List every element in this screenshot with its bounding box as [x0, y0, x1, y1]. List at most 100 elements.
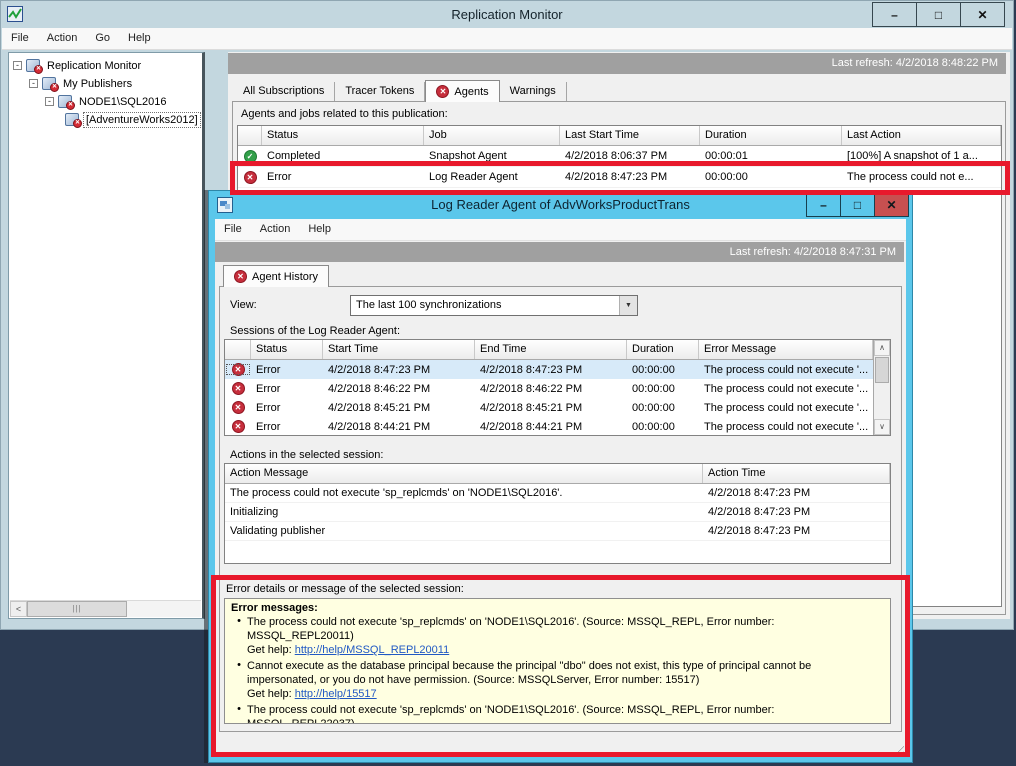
main-window-title: Replication Monitor	[1, 7, 1013, 22]
agents-jobs-label: Agents and jobs related to this publicat…	[241, 108, 448, 120]
header-duration[interactable]: Duration	[627, 340, 699, 359]
tab-tracer-tokens[interactable]: Tracer Tokens	[335, 82, 425, 101]
dialog-menu-help[interactable]: Help	[299, 219, 340, 240]
cell-error-message: The process could not execute '...	[699, 421, 873, 433]
error-message-text: Cannot execute as the database principal…	[247, 659, 882, 687]
dialog-close-button[interactable]: ✕	[874, 193, 909, 217]
header-status[interactable]: Status	[262, 126, 424, 145]
dialog-maximize-button[interactable]: □	[840, 193, 875, 217]
header-action-time[interactable]: Action Time	[703, 464, 890, 483]
cell-start-time: 4/2/2018 8:46:22 PM	[323, 383, 475, 395]
help-link[interactable]: http://help/15517	[295, 688, 377, 700]
tab-all-subscriptions[interactable]: All Subscriptions	[233, 82, 335, 101]
dialog-last-refresh-bar: Last refresh: 4/2/2018 8:47:31 PM	[215, 242, 904, 262]
action-row[interactable]: Validating publisher 4/2/2018 8:47:23 PM	[225, 522, 890, 541]
close-button[interactable]: ✕	[960, 2, 1005, 27]
header-end-time[interactable]: End Time	[475, 340, 627, 359]
menu-go[interactable]: Go	[86, 28, 119, 49]
minimize-icon: –	[820, 198, 827, 212]
error-message-item: • Cannot execute as the database princip…	[231, 659, 882, 701]
header-last-action[interactable]: Last Action	[842, 126, 1001, 145]
main-titlebar[interactable]: Replication Monitor – □ ✕	[1, 1, 1013, 28]
sessions-grid-header: Status Start Time End Time Duration Erro…	[225, 340, 873, 360]
tree-label[interactable]: Replication Monitor	[45, 59, 143, 73]
cell-end-time: 4/2/2018 8:45:21 PM	[475, 402, 627, 414]
tree-item-my-publishers[interactable]: - ✕ My Publishers	[9, 75, 202, 92]
error-message-text: The process could not execute 'sp_replcm…	[247, 703, 882, 724]
tree-horizontal-scrollbar[interactable]: < |||	[10, 600, 201, 617]
sessions-label: Sessions of the Log Reader Agent:	[230, 325, 400, 337]
sessions-vertical-scrollbar[interactable]: ∧ ∨	[873, 340, 890, 435]
session-row[interactable]: ✕ Error 4/2/2018 8:45:21 PM 4/2/2018 8:4…	[225, 398, 873, 417]
header-start-time[interactable]: Start Time	[323, 340, 475, 359]
error-badge-icon: ✕	[50, 83, 59, 92]
header-status[interactable]: Status	[251, 340, 323, 359]
tree-label[interactable]: [AdventureWorks2012]	[84, 113, 200, 127]
cell-duration: 00:00:00	[627, 364, 699, 376]
cell-error-message: The process could not execute '...	[699, 402, 873, 414]
actions-label: Actions in the selected session:	[230, 449, 383, 461]
scroll-left-arrow[interactable]: <	[10, 601, 27, 617]
minimize-icon: –	[891, 8, 898, 22]
expander-icon[interactable]: -	[13, 61, 22, 70]
scroll-down-arrow[interactable]: ∨	[874, 419, 890, 435]
menu-action[interactable]: Action	[38, 28, 87, 49]
cell-duration: 00:00:00	[627, 402, 699, 414]
view-dropdown[interactable]: The last 100 synchronizations ▼	[350, 295, 638, 316]
header-error-message[interactable]: Error Message	[699, 340, 873, 359]
menu-file[interactable]: File	[2, 28, 38, 49]
tab-warnings[interactable]: Warnings	[500, 82, 567, 101]
get-help-label: Get help:	[247, 644, 292, 656]
error-details-label: Error details or message of the selected…	[226, 583, 464, 595]
status-error-icon: ✕	[232, 382, 245, 395]
header-icon-column[interactable]	[238, 126, 262, 145]
header-duration[interactable]: Duration	[700, 126, 842, 145]
tree-item-replication-monitor[interactable]: - ✕ Replication Monitor	[9, 57, 202, 74]
cell-action-message: Initializing	[225, 506, 703, 518]
session-row[interactable]: ✕ Error 4/2/2018 8:46:22 PM 4/2/2018 8:4…	[225, 379, 873, 398]
header-job[interactable]: Job	[424, 126, 560, 145]
cell-duration: 00:00:00	[627, 383, 699, 395]
dialog-minimize-button[interactable]: –	[806, 193, 841, 217]
dialog-tabs: ✕ Agent History	[223, 265, 329, 286]
status-error-icon: ✕	[232, 363, 245, 376]
tab-agents[interactable]: ✕ Agents	[425, 80, 499, 102]
scrollbar-thumb[interactable]	[875, 357, 889, 383]
resize-grip[interactable]	[892, 742, 904, 754]
session-row[interactable]: ✕ Error 4/2/2018 8:47:23 PM 4/2/2018 8:4…	[225, 360, 873, 379]
agents-grid-header: Status Job Last Start Time Duration Last…	[238, 126, 1001, 146]
bullet-icon: •	[231, 703, 247, 724]
scroll-up-arrow[interactable]: ∧	[874, 340, 890, 356]
cell-last-start: 4/2/2018 8:47:23 PM	[560, 171, 700, 183]
tree-label[interactable]: My Publishers	[61, 77, 134, 91]
dialog-titlebar[interactable]: Log Reader Agent of AdvWorksProductTrans…	[209, 191, 912, 219]
agent-row-log-reader[interactable]: ✕ Error Log Reader Agent 4/2/2018 8:47:2…	[238, 167, 1001, 188]
tree-label[interactable]: NODE1\SQL2016	[77, 95, 168, 109]
status-error-icon: ✕	[232, 420, 245, 433]
scrollbar-thumb[interactable]: |||	[27, 601, 127, 617]
menu-help[interactable]: Help	[119, 28, 160, 49]
agent-row-snapshot[interactable]: ✓ Completed Snapshot Agent 4/2/2018 8:06…	[238, 146, 1001, 167]
expander-icon[interactable]: -	[45, 97, 54, 106]
action-row[interactable]: The process could not execute 'sp_replcm…	[225, 484, 890, 503]
session-row[interactable]: ✕ Error 4/2/2018 8:44:21 PM 4/2/2018 8:4…	[225, 417, 873, 435]
tree-item-node1-sql2016[interactable]: - ✕ NODE1\SQL2016	[9, 93, 202, 110]
help-link[interactable]: http://help/MSSQL_REPL20011	[295, 644, 450, 656]
publication-error-icon: ✕	[65, 113, 79, 126]
dialog-menu-file[interactable]: File	[215, 219, 251, 240]
cell-duration: 00:00:01	[700, 150, 842, 162]
header-icon-column[interactable]	[225, 340, 251, 359]
status-ok-icon: ✓	[244, 150, 257, 163]
minimize-button[interactable]: –	[872, 2, 917, 27]
tree-item-adventureworks2012[interactable]: ✕ [AdventureWorks2012]	[9, 111, 202, 128]
action-row[interactable]: Initializing 4/2/2018 8:47:23 PM	[225, 503, 890, 522]
chevron-down-icon[interactable]: ▼	[619, 296, 637, 315]
expander-icon[interactable]: -	[29, 79, 38, 88]
tab-agent-history[interactable]: ✕ Agent History	[223, 265, 329, 287]
dialog-body: File Action Help Last refresh: 4/2/2018 …	[215, 219, 906, 756]
dialog-menu-action[interactable]: Action	[251, 219, 300, 240]
maximize-button[interactable]: □	[916, 2, 961, 27]
header-action-message[interactable]: Action Message	[225, 464, 703, 483]
cell-job: Log Reader Agent	[424, 171, 560, 183]
header-last-start-time[interactable]: Last Start Time	[560, 126, 700, 145]
